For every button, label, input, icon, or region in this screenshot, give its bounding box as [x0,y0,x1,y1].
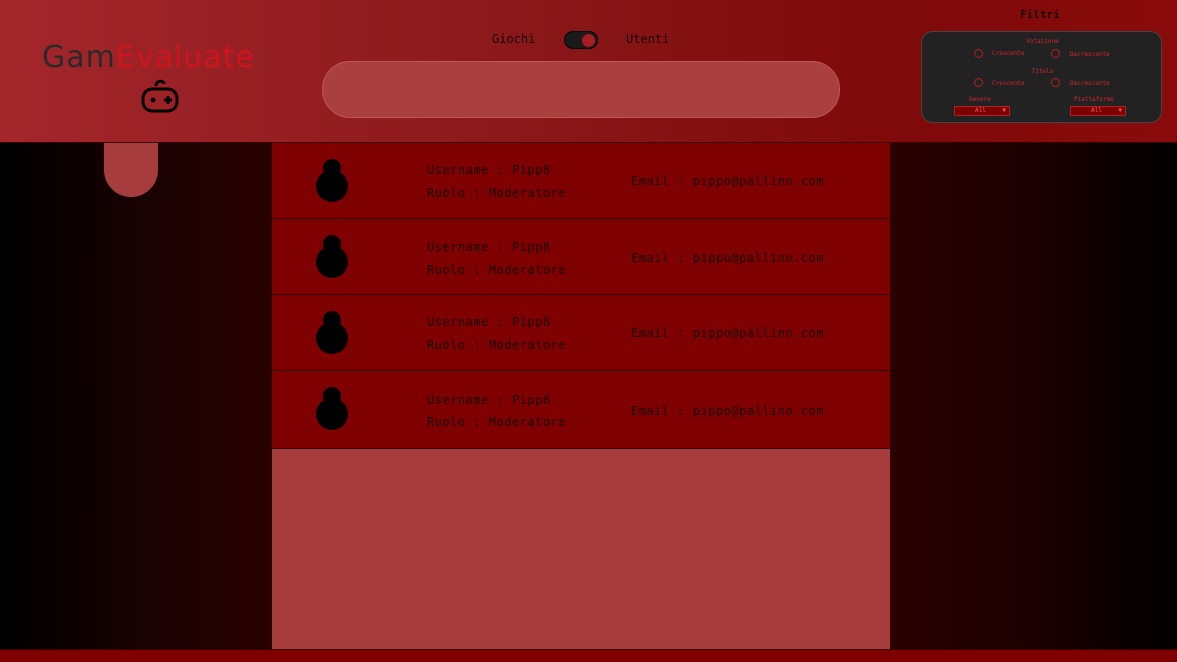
user-email: Email : pippo@pallino.com [631,326,825,340]
user-role: Ruolo : Moderatore [427,186,567,200]
genere-select[interactable]: All ▼ [954,106,1010,116]
filter-genere-label: Genere [969,96,991,103]
user-row[interactable]: Username : Pipp8 Ruolo : Moderatore Emai… [272,295,890,371]
mode-toggle-switch[interactable] [564,31,598,49]
user-email: Email : pippo@pallino.com [631,404,825,418]
piattaforme-select-value: All [1091,107,1102,114]
logo-text-gam: Gam [42,40,116,75]
chevron-down-icon: ▼ [1002,107,1006,114]
radio-label: Crescente [992,80,1025,87]
chevron-down-icon: ▼ [1118,107,1122,114]
toggle-label-giochi[interactable]: Giochi [492,32,535,46]
filter-titolo-label: Titolo [1031,68,1054,75]
filter-votazione-label: Votazione [1026,38,1059,45]
user-avatar-icon [316,235,348,279]
radio-label: Decrescente [1070,51,1110,58]
radio-titolo-decrescente[interactable] [1051,78,1060,87]
toggle-knob [582,34,595,47]
user-role: Ruolo : Moderatore [427,263,567,277]
user-avatar-icon [316,387,348,431]
user-row[interactable]: Username : Pipp8 Ruolo : Moderatore Emai… [272,219,890,295]
user-username: Username : Pipp8 [427,240,551,254]
radio-titolo-crescente[interactable] [974,78,983,87]
right-sidebar [890,143,1177,649]
radio-label: Crescente [992,50,1025,57]
search-input[interactable] [322,61,840,118]
piattaforme-select[interactable]: All ▼ [1070,106,1126,116]
user-avatar-icon [316,311,348,355]
user-role: Ruolo : Moderatore [427,338,567,352]
header: GamEvaluate Giochi Utenti Filtri Votazio… [0,0,1177,143]
left-sidebar [0,143,272,649]
user-role: Ruolo : Moderatore [427,415,567,429]
user-username: Username : Pipp8 [427,315,551,329]
user-avatar-icon [316,159,348,203]
filters-panel: Votazione Crescente Decrescente Titolo C… [921,31,1162,123]
filters-title: Filtri [1020,8,1060,21]
genere-select-value: All [975,107,986,114]
filter-piattaforme-label: Piattaforme [1074,96,1114,103]
logo-text-evaluate: Evaluate [115,40,255,75]
user-row[interactable]: Username : Pipp8 Ruolo : Moderatore Emai… [272,371,890,449]
user-username: Username : Pipp8 [427,163,551,177]
mode-toggle-row: Giochi Utenti [492,30,682,50]
footer-bar [0,649,1177,662]
radio-votazione-crescente[interactable] [974,49,983,58]
toggle-label-utenti[interactable]: Utenti [626,32,669,46]
user-email: Email : pippo@pallino.com [631,251,825,265]
sidebar-tab[interactable] [104,143,158,197]
user-username: Username : Pipp8 [427,393,551,407]
radio-label: Decrescente [1070,80,1110,87]
gamepad-icon [141,79,179,113]
radio-votazione-decrescente[interactable] [1051,49,1060,58]
user-row[interactable]: Username : Pipp8 Ruolo : Moderatore Emai… [272,143,890,219]
user-email: Email : pippo@pallino.com [631,174,825,188]
user-list-panel: Username : Pipp8 Ruolo : Moderatore Emai… [272,143,890,649]
app-logo[interactable]: GamEvaluate [42,40,255,75]
